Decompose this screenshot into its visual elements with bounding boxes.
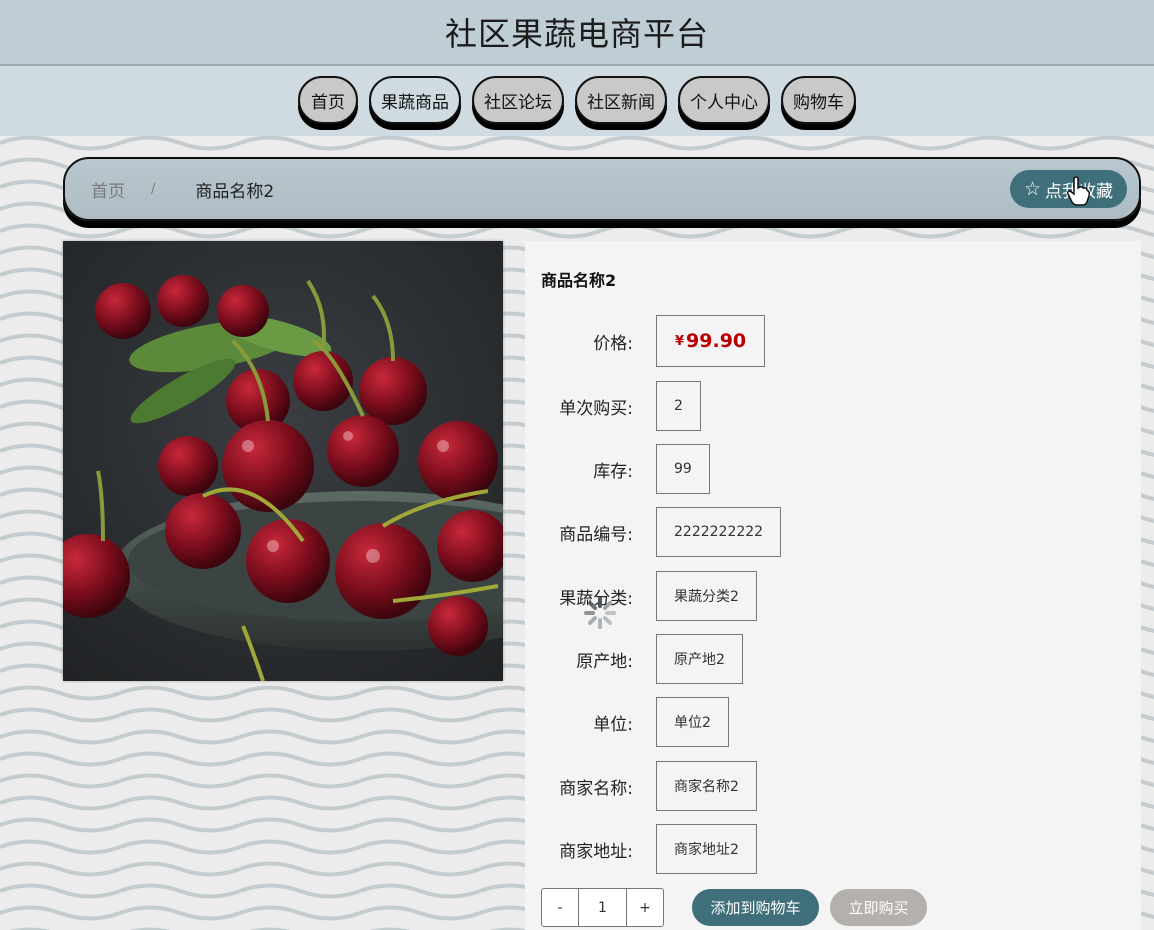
product-name: 商品名称2 — [541, 271, 617, 290]
price-box: ¥ 99.90 — [656, 315, 766, 367]
field-merchant-name: 商家名称: 商家名称2 — [525, 760, 757, 812]
cherries-photo — [63, 241, 503, 681]
single-purchase-label: 单次购买: — [559, 398, 633, 419]
nav-item-cart[interactable]: 购物车 — [781, 76, 856, 124]
price-currency: ¥ — [675, 333, 685, 349]
price-label: 价格: — [593, 333, 633, 354]
nav-item-products[interactable]: 果蔬商品 — [369, 76, 461, 124]
field-origin: 原产地: 原产地2 — [525, 633, 743, 685]
field-category: 果蔬分类: 果蔬分类2 — [525, 570, 757, 622]
merchant-name-label: 商家名称: — [559, 778, 633, 799]
product-code-label: 商品编号: — [559, 524, 633, 545]
loading-spinner-icon — [584, 597, 616, 629]
breadcrumb: 首页 / 商品名称2 ☆ 点我收藏 — [63, 157, 1141, 221]
merchant-address-label: 商家地址: — [559, 841, 633, 862]
nav-item-news[interactable]: 社区新闻 — [575, 76, 667, 124]
field-single-purchase: 单次购买: 2 — [525, 380, 701, 432]
add-to-cart-button[interactable]: 添加到购物车 — [692, 889, 819, 926]
merchant-name-value: 商家名称2 — [656, 761, 757, 811]
nav-item-forum[interactable]: 社区论坛 — [472, 76, 564, 124]
quantity-input[interactable]: 1 — [578, 889, 627, 926]
single-purchase-value: 2 — [656, 381, 701, 431]
origin-value: 原产地2 — [656, 634, 743, 684]
category-label: 果蔬分类: — [559, 588, 633, 609]
merchant-address-value: 商家地址2 — [656, 824, 757, 874]
stock-value: 99 — [656, 444, 710, 494]
quantity-decrement-button[interactable]: - — [542, 889, 578, 926]
breadcrumb-current: 商品名称2 — [195, 181, 275, 202]
nav-item-home[interactable]: 首页 — [298, 76, 358, 124]
unit-value: 单位2 — [656, 697, 729, 747]
field-price: 价格: ¥ 99.90 — [525, 315, 766, 367]
stock-label: 库存: — [593, 461, 633, 482]
field-unit: 单位: 单位2 — [525, 696, 729, 748]
main-nav: 首页 果蔬商品 社区论坛 社区新闻 个人中心 购物车 — [0, 66, 1154, 136]
product-image — [63, 241, 503, 681]
star-outline-icon: ☆ — [1023, 178, 1041, 200]
field-stock: 库存: 99 — [525, 443, 710, 495]
origin-label: 原产地: — [576, 651, 633, 672]
field-product-code: 商品编号: 2222222222 — [525, 506, 782, 558]
product-code-value: 2222222222 — [656, 507, 782, 557]
nav-item-profile[interactable]: 个人中心 — [678, 76, 770, 124]
site-header: 社区果蔬电商平台 — [0, 0, 1154, 66]
quantity-stepper: - 1 + — [541, 888, 664, 927]
price-value: 99.90 — [686, 330, 747, 352]
product-detail-panel: 商品名称2 价格: ¥ 99.90 单次购买: 2 库存: 99 商品编号: 2… — [525, 241, 1141, 930]
field-merchant-address: 商家地址: 商家地址2 — [525, 823, 757, 875]
breadcrumb-home-link[interactable]: 首页 — [91, 177, 125, 202]
quantity-increment-button[interactable]: + — [627, 889, 663, 926]
site-title: 社区果蔬电商平台 — [444, 15, 709, 53]
hand-cursor-icon — [1067, 176, 1090, 206]
breadcrumb-separator: / — [151, 181, 156, 197]
unit-label: 单位: — [593, 714, 633, 735]
category-value: 果蔬分类2 — [656, 571, 757, 621]
buy-now-button[interactable]: 立即购买 — [830, 889, 927, 926]
